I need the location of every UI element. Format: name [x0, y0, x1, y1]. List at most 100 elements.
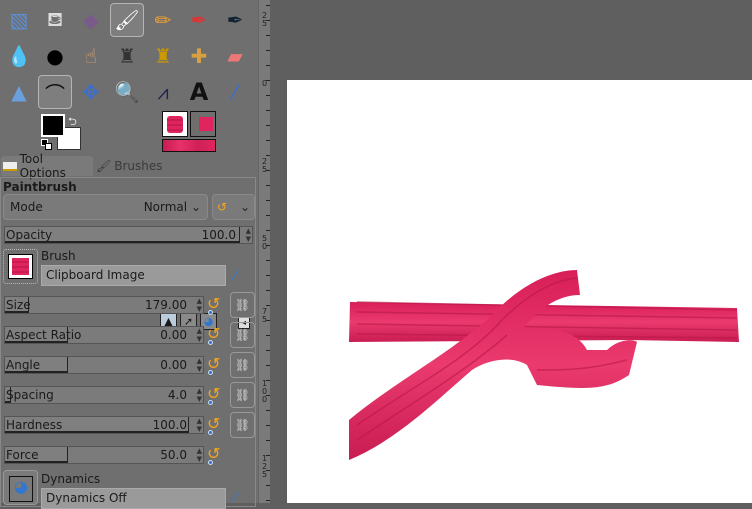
- perspective-clone-icon: ♜: [154, 44, 172, 68]
- text-icon: A: [189, 78, 209, 106]
- brush-preview[interactable]: [162, 111, 188, 137]
- tool-foreground-select[interactable]: ▧: [2, 3, 36, 37]
- ruler-label: 1 0 0: [261, 379, 268, 404]
- tool-smudge[interactable]: ☝: [74, 39, 108, 73]
- tool-curves[interactable]: ⌒: [38, 75, 72, 109]
- mode-reset-select[interactable]: ↺ ⌄: [212, 194, 255, 220]
- ruler-tick: [266, 95, 270, 96]
- bucket-fill-icon: ⛾: [46, 6, 64, 31]
- tool-paintbrush[interactable]: 🖌: [110, 3, 144, 37]
- tool-bucket-fill[interactable]: ⛾: [38, 3, 72, 37]
- ruler-tick: [266, 425, 270, 426]
- edit-brush-icon[interactable]: ⁄: [234, 268, 236, 284]
- spin-arrows[interactable]: ▲ ▼: [197, 447, 202, 463]
- gradient-icon: ◆: [83, 8, 99, 32]
- tool-gradient[interactable]: ◆: [74, 3, 108, 37]
- ruler-tick: [266, 20, 270, 21]
- aspect-ratio-slider[interactable]: Aspect Ratio 0.00 ▲ ▼: [4, 326, 204, 344]
- chain-link-icon[interactable]: ⛓: [230, 292, 255, 318]
- reset-icon[interactable]: ↺: [207, 416, 225, 435]
- spin-arrows[interactable]: ▲ ▼: [197, 417, 202, 433]
- tool-airbrush[interactable]: ✒: [182, 3, 216, 37]
- tool-text[interactable]: A: [182, 75, 216, 109]
- spin-arrows[interactable]: ▲ ▼: [197, 357, 202, 373]
- tool-ink[interactable]: ✒: [218, 3, 252, 37]
- tab-brushes[interactable]: 🖌 Brushes: [94, 156, 163, 176]
- reset-icon[interactable]: ↺: [207, 386, 225, 405]
- chain-link-icon[interactable]: ⛓: [230, 412, 255, 438]
- reset-icon[interactable]: ↺: [207, 356, 225, 375]
- tool-blur[interactable]: 💧: [2, 39, 36, 73]
- opacity-slider[interactable]: Opacity 100.0 ▲ ▼: [4, 226, 253, 244]
- ruler-tick: [266, 290, 270, 291]
- dynamics-name-field[interactable]: Dynamics Off: [41, 488, 226, 509]
- dynamics-button[interactable]: ◕: [3, 470, 38, 505]
- tool-clone[interactable]: ♜: [110, 39, 144, 73]
- tool-measure[interactable]: ⩘: [146, 75, 180, 109]
- tool-color-picker[interactable]: ⁄: [218, 75, 252, 109]
- ruler-tick: [266, 440, 270, 441]
- pattern-preview[interactable]: [190, 111, 216, 137]
- spin-arrows[interactable]: ▲ ▼: [197, 327, 202, 343]
- foreground-color[interactable]: [41, 114, 65, 137]
- ruler-tick: [266, 305, 270, 306]
- chain-link-icon[interactable]: ⛓: [230, 322, 255, 348]
- tab-tool-options[interactable]: Tool Options: [1, 152, 93, 180]
- reset-icon[interactable]: ↺: [207, 296, 225, 315]
- ink-icon: ✒: [226, 8, 244, 32]
- reset-icon[interactable]: ↺: [207, 446, 225, 465]
- tool-options-panel: Paintbrush Mode Normal ⌄ ↺ ⌄ Opacity 100.…: [0, 177, 256, 509]
- size-slider[interactable]: Size 179.00 ▲ ▼: [4, 296, 204, 314]
- dock-tabs: Tool Options 🖌 Brushes ▲ ➚ ◕ ◂: [0, 152, 258, 330]
- ruler-tick: [266, 50, 270, 51]
- curves-icon: ⌒: [45, 81, 65, 106]
- tool-levels[interactable]: ▲: [2, 75, 36, 109]
- reset-icon[interactable]: ↺: [207, 326, 225, 345]
- hardness-slider[interactable]: Hardness 100.0 ▲ ▼: [4, 416, 204, 434]
- spin-arrows[interactable]: ▲ ▼: [197, 387, 202, 403]
- ruler-tick: [266, 335, 270, 336]
- ruler-tick: [266, 320, 270, 321]
- heal-icon: ✚: [190, 44, 208, 68]
- spacing-slider[interactable]: Spacing 4.0 ▲ ▼: [4, 386, 204, 404]
- chevron-down-icon: ⌄: [190, 200, 201, 214]
- angle-slider[interactable]: Angle 0.00 ▲ ▼: [4, 356, 204, 374]
- foreground-select-icon: ▧: [9, 8, 29, 32]
- spin-arrows[interactable]: ▲ ▼: [246, 227, 251, 243]
- chain-link-icon[interactable]: ⛓: [230, 352, 255, 378]
- ruler-tick: [266, 470, 270, 471]
- paintbrush-icon: 🖌: [114, 8, 140, 32]
- edit-dynamics-icon[interactable]: ⁄: [234, 490, 236, 506]
- ruler-tick: [266, 140, 270, 141]
- swap-colors-icon[interactable]: ⮌: [68, 113, 77, 132]
- vertical-ruler[interactable]: 2 502 55 07 51 0 01 2 5: [258, 0, 270, 503]
- ruler-tick: [266, 110, 270, 111]
- brush-name-field[interactable]: Clipboard Image: [41, 265, 226, 286]
- gradient-preview[interactable]: [162, 139, 216, 152]
- tool-eraser[interactable]: ▰: [218, 39, 252, 73]
- ruler-label: 1 2 5: [261, 454, 268, 479]
- ruler-tick: [266, 65, 270, 66]
- spin-arrows[interactable]: ▲ ▼: [197, 297, 202, 313]
- chevron-down-icon: ⌄: [239, 200, 250, 214]
- tool-zoom[interactable]: 🔍: [110, 75, 144, 109]
- tool-smudge-dodge[interactable]: ●: [38, 39, 72, 73]
- default-colors-icon[interactable]: [41, 139, 53, 151]
- image-canvas[interactable]: [287, 80, 752, 503]
- force-slider[interactable]: Force 50.0 ▲ ▼: [4, 446, 204, 464]
- ruler-tick: [266, 245, 270, 246]
- tool-perspective-clone[interactable]: ♜: [146, 39, 180, 73]
- clone-icon: ♜: [118, 44, 136, 68]
- blur-icon: 💧: [6, 44, 32, 68]
- smudge-dodge-icon: ●: [46, 44, 64, 68]
- tool-move[interactable]: ✥: [74, 75, 108, 109]
- move-icon: ✥: [82, 80, 100, 104]
- ruler-label: 7 5: [261, 307, 268, 324]
- ruler-tick: [266, 350, 270, 351]
- mode-select[interactable]: Mode Normal ⌄: [3, 194, 208, 220]
- brush-button[interactable]: [3, 249, 38, 284]
- tool-heal[interactable]: ✚: [182, 39, 216, 73]
- ruler-tick: [266, 485, 270, 486]
- tool-pencil[interactable]: ✏: [146, 3, 180, 37]
- chain-link-icon[interactable]: ⛓: [230, 382, 255, 408]
